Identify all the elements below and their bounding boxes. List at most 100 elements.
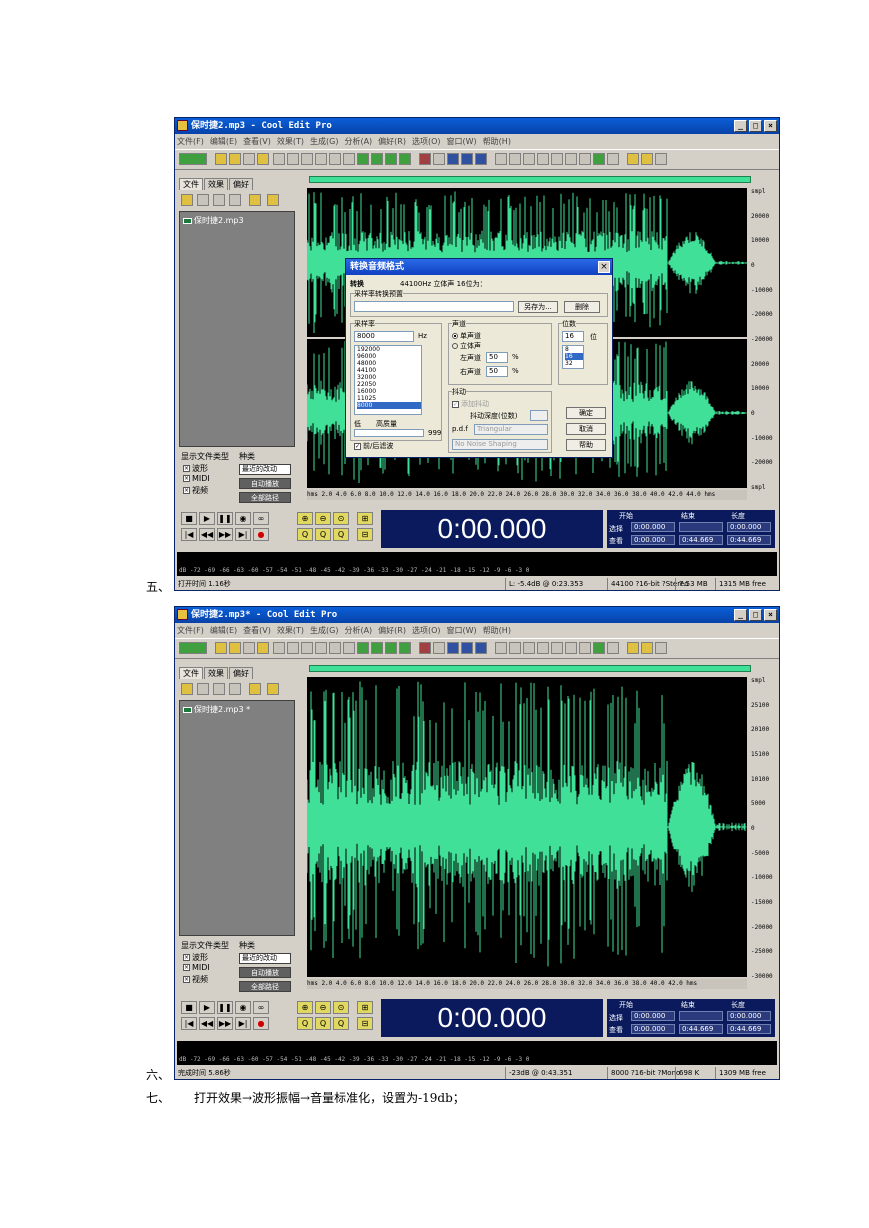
tools-icon[interactable] [641,153,653,165]
sel-begin[interactable]: 0:00.000 [631,522,675,532]
trim-icon[interactable] [371,642,383,654]
paste-icon[interactable] [329,642,341,654]
cue-icon[interactable] [509,642,521,654]
repeat-icon[interactable] [301,153,313,165]
tab-favorites[interactable]: 偏好 [229,178,253,190]
open-icon[interactable] [215,153,227,165]
sample-rate-option[interactable]: 22050 [357,381,421,388]
go-end-button[interactable]: ▶| [235,1017,251,1030]
pdf-select[interactable]: Triangular [474,424,548,435]
spectral-icon[interactable] [419,153,431,165]
menu-edit[interactable]: 编辑(E) [210,137,237,146]
forward-button[interactable]: ▶▶ [217,1017,233,1030]
dialog-close-button[interactable]: × [598,261,610,273]
marker-icon[interactable] [495,153,507,165]
bits-option-32[interactable]: 32 [565,360,583,367]
rewind-button[interactable]: ◀◀ [199,1017,215,1030]
copy-icon[interactable] [315,642,327,654]
sample-rate-option[interactable]: 44100 [357,367,421,374]
menu-generate[interactable]: 生成(G) [310,137,338,146]
edit-file-icon[interactable] [213,683,225,695]
tab-effects[interactable]: 效果 [204,667,228,679]
zoom-tool-icon[interactable] [551,153,563,165]
transport-icon[interactable] [537,153,549,165]
type-midi[interactable]: × MIDI [183,474,210,483]
full-path-button[interactable]: 全部路径 [239,492,291,503]
marker-icon[interactable] [495,642,507,654]
go-start-button[interactable]: |◀ [181,1017,197,1030]
full-path-button[interactable]: 全部路径 [239,981,291,992]
loop-button[interactable]: ∞ [253,1001,269,1014]
bits-option-8[interactable]: 8 [565,346,583,353]
sel-end[interactable] [679,522,723,532]
mix-paste-icon[interactable] [357,153,369,165]
sel-length[interactable]: 0:00.000 [727,1011,771,1021]
status-icon[interactable] [593,153,605,165]
pause-button[interactable]: ❚❚ [217,1001,233,1014]
close-button[interactable]: × [764,120,777,132]
trim-icon[interactable] [371,153,383,165]
multitrack-toggle-icon[interactable] [179,642,207,654]
redo-icon[interactable] [287,642,299,654]
type-midi[interactable]: × MIDI [183,963,210,972]
overview-bar[interactable] [309,176,751,183]
stop-button[interactable]: ■ [181,1001,197,1014]
zoom-vertical-in-icon[interactable]: ⊞ [357,1001,373,1014]
sel-length[interactable]: 0:00.000 [727,522,771,532]
open-file-icon[interactable] [181,194,193,206]
zoom-tool-icon[interactable] [551,642,563,654]
paste-icon[interactable] [329,153,341,165]
record-button[interactable]: ● [253,1017,269,1030]
time-icon[interactable] [565,153,577,165]
bits-option-16[interactable]: 16 [565,353,583,360]
delete-button[interactable]: 删除 [564,301,600,313]
sample-rate-option[interactable]: 32000 [357,374,421,381]
multitrack-toggle-icon[interactable] [179,153,207,165]
pause-button[interactable]: ❚❚ [217,512,233,525]
status-icon[interactable] [593,642,605,654]
spectral-icon[interactable] [419,642,431,654]
settings-icon[interactable] [627,153,639,165]
menu-favorites[interactable]: 偏好(R) [378,137,406,146]
sample-rate-option[interactable]: 16000 [357,388,421,395]
zoom-full-icon[interactable]: ⊙ [333,1001,349,1014]
minimize-button[interactable]: _ [734,609,747,621]
undo-icon[interactable] [273,153,285,165]
type-wave[interactable]: × 波形 [183,952,208,963]
stereo-radio[interactable]: 立体声 [452,341,481,351]
type-video[interactable]: × 视频 [183,485,208,496]
menu-edit[interactable]: 编辑(E) [210,626,237,635]
go-end-button[interactable]: ▶| [235,528,251,541]
enable-dither[interactable]: ✓ 添加抖动 [452,399,489,409]
pre-post-filter[interactable]: ✓ 前/后滤波 [354,441,393,451]
tab-favorites[interactable]: 偏好 [229,667,253,679]
file-item[interactable]: 保时捷2.mp3 [183,215,291,226]
zoom-out-icon[interactable]: ⊖ [315,512,331,525]
save-as-button[interactable]: 另存为... [518,301,558,313]
view-end[interactable]: 0:44.669 [679,1024,723,1034]
menu-window[interactable]: 窗口(W) [447,626,477,635]
zoom-left-icon[interactable]: Q [297,1017,313,1030]
loop-button[interactable]: ∞ [253,512,269,525]
zoom-in-icon[interactable]: ⊕ [297,1001,313,1014]
sel-begin[interactable]: 0:00.000 [631,1011,675,1021]
cancel-button[interactable]: 取消 [566,423,606,435]
open-icon[interactable] [215,642,227,654]
sample-rate-option[interactable]: 8000 [357,402,421,409]
zoom-in-icon[interactable]: ⊕ [297,512,313,525]
file-item[interactable]: 保时捷2.mp3 * [183,704,291,715]
play-to-end-button[interactable]: ◉ [235,512,251,525]
right-channel-input[interactable]: 50 [486,366,508,377]
stop-button[interactable]: ■ [181,512,197,525]
bits-list[interactable]: 8 16 32 [562,345,584,369]
undo-icon[interactable] [273,642,285,654]
overview-bar[interactable] [309,665,751,672]
sample-rate-option[interactable]: 96000 [357,353,421,360]
menu-help[interactable]: 帮助(H) [483,626,511,635]
insert-icon[interactable] [229,683,241,695]
tab-files[interactable]: 文件 [179,178,203,190]
play-button[interactable]: ▶ [199,512,215,525]
rewind-button[interactable]: ◀◀ [199,528,215,541]
view-length[interactable]: 0:44.669 [727,535,771,545]
dither-depth-input[interactable] [530,410,548,421]
